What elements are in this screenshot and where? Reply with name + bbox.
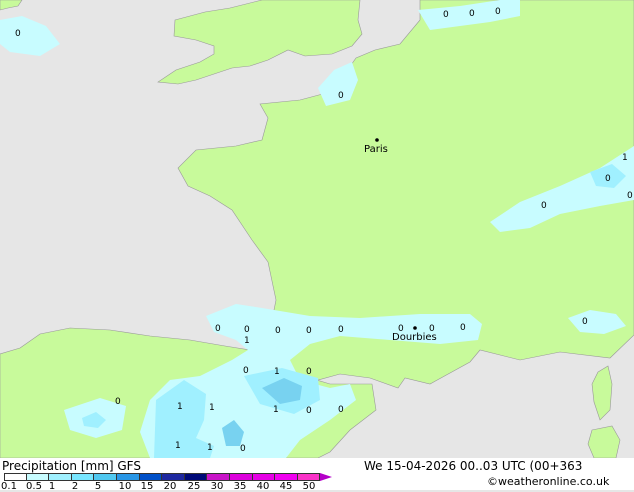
precip-value: 1 [207,443,213,453]
precip-value: 0 [306,326,312,336]
colorbar-swatch [139,473,163,481]
precip-value: 0 [338,405,344,415]
precip-value: 1 [244,336,250,346]
colorbar-arrow [320,473,333,481]
colorbar-tick-label: 15 [140,481,154,492]
colorbar-swatch [4,473,27,481]
precip-value: 1 [209,403,215,413]
colorbar-swatch [49,473,72,481]
colorbar-tick-label: 10 [118,481,132,492]
dourbies-marker [413,326,417,330]
precip-value: 0 [443,10,449,20]
precip-value: 0 [429,324,435,334]
precip-value: 0 [460,323,466,333]
colorbar-tick-label: 35 [233,481,247,492]
paris-marker [375,138,379,142]
precip-value: 0 [541,201,547,211]
precip-value: 0 [582,317,588,327]
precip-value: 0 [244,325,250,335]
legend-title: Precipitation [mm] GFS [2,459,141,473]
precip-value: 0 [338,325,344,335]
colorbar-tick-label: 50 [302,481,316,492]
colorbar-tick-label: 20 [163,481,177,492]
colorbar-swatch [184,473,208,481]
precip-value: 1 [274,367,280,377]
precip-value: 0 [627,191,633,201]
precip-value: 0 [338,91,344,101]
precip-value: 1 [175,441,181,451]
precip-value: 0 [275,326,281,336]
colorbar-swatch [116,473,140,481]
precip-value: 0 [240,444,246,454]
colorbar-swatch [207,473,230,481]
colorbar-tick-label: 30 [210,481,224,492]
precipitation-map: Paris Dourbies 0 0 0 0 0 1 0 0 0 0 0 0 0… [0,0,634,458]
precip-value: 0 [306,367,312,377]
precip-value: 0 [115,397,121,407]
precip-value: 0 [469,9,475,19]
colorbar-swatch [229,473,253,481]
colorbar-tick-label: 1 [48,481,56,492]
precip-value: 1 [273,405,279,415]
precip-value: 0 [306,406,312,416]
precip-value: 0 [215,324,221,334]
colorbar-swatch [94,473,117,481]
colorbar-swatch [297,473,321,481]
colorbar-tick-label: 0.5 [26,481,42,492]
weather-map-view: Paris Dourbies 0 0 0 0 0 1 0 0 0 0 0 0 0… [0,0,634,492]
colorbar-tick-label: 5 [94,481,102,492]
precip-value: 1 [622,153,628,163]
precip-value: 0 [398,324,404,334]
colorbar-tick-label: 0.1 [1,481,17,492]
colorbar-swatch [162,473,185,481]
colorbar-swatch [26,473,50,481]
colorbar-swatch [252,473,276,481]
colorbar-tick-label: 25 [187,481,201,492]
site-credit[interactable]: ©weatheronline.co.uk [487,475,609,488]
colorbar-swatch [275,473,298,481]
precip-colorbar [4,473,333,481]
precip-value: 0 [243,366,249,376]
paris-label: Paris [364,144,388,155]
precip-value: 1 [177,402,183,412]
precip-value: 0 [495,7,501,17]
colorbar-swatch [71,473,95,481]
precip-value: 0 [605,174,611,184]
colorbar-tick-label: 45 [279,481,293,492]
colorbar-tick-label: 40 [256,481,270,492]
colorbar-tick-label: 2 [71,481,79,492]
precip-value: 0 [15,29,21,39]
forecast-time: We 15-04-2026 00..03 UTC (00+363 [364,459,583,473]
